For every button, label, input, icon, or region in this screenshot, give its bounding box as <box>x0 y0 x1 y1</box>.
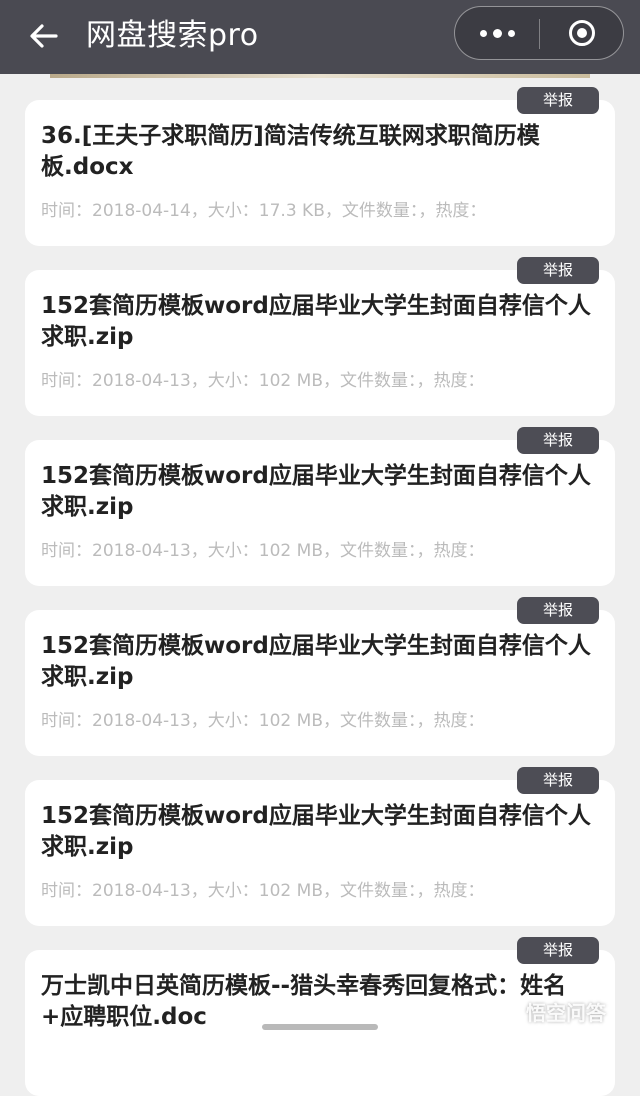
watermark-text: 悟空问答 <box>526 1000 606 1025</box>
watermark: 悟空问答 <box>496 996 606 1026</box>
file-meta: 时间：2018-04-13，大小：102 MB，文件数量：，热度： <box>41 371 485 391</box>
more-button[interactable] <box>455 7 539 59</box>
report-button[interactable]: 举报 <box>517 767 599 794</box>
file-meta: 时间：2018-04-13，大小：102 MB，文件数量：，热度： <box>41 711 485 731</box>
result-item: 152套简历模板word应届毕业大学生封面自荐信个人求职.zip 时间：2018-… <box>25 250 615 416</box>
result-card[interactable]: 152套简历模板word应届毕业大学生封面自荐信个人求职.zip 时间：2018-… <box>25 440 615 586</box>
banner-edge <box>50 74 590 78</box>
report-button[interactable]: 举报 <box>517 87 599 114</box>
result-item: 36.[王夫子求职简历]简洁传统互联网求职简历模板.docx 时间：2018-04… <box>25 80 615 246</box>
more-dots-icon-center <box>492 28 502 38</box>
file-meta: 时间：2018-04-13，大小：102 MB，文件数量：，热度： <box>41 541 485 561</box>
more-dots-icon-right <box>507 29 515 37</box>
back-button[interactable] <box>22 14 66 58</box>
file-title[interactable]: 152套简历模板word应届毕业大学生封面自荐信个人求职.zip <box>41 631 601 693</box>
report-button[interactable]: 举报 <box>517 427 599 454</box>
result-card[interactable]: 152套简历模板word应届毕业大学生封面自荐信个人求职.zip 时间：2018-… <box>25 270 615 416</box>
report-button[interactable]: 举报 <box>517 257 599 284</box>
arrow-left-icon <box>30 24 58 48</box>
result-card[interactable]: 152套简历模板word应届毕业大学生封面自荐信个人求职.zip 时间：2018-… <box>25 780 615 926</box>
file-meta: 时间：2018-04-13，大小：102 MB，文件数量：，热度： <box>41 881 485 901</box>
result-item: 152套简历模板word应届毕业大学生封面自荐信个人求职.zip 时间：2018-… <box>25 420 615 586</box>
target-close-icon <box>569 20 595 46</box>
result-card[interactable]: 152套简历模板word应届毕业大学生封面自荐信个人求职.zip 时间：2018-… <box>25 610 615 756</box>
mini-program-capsule <box>454 6 624 60</box>
watermark-logo-icon <box>496 999 520 1023</box>
result-item: 152套简历模板word应届毕业大学生封面自荐信个人求职.zip 时间：2018-… <box>25 760 615 926</box>
file-meta: 时间：2018-04-14，大小：17.3 KB，文件数量：，热度： <box>41 201 487 221</box>
top-navigation-bar: 网盘搜索pro <box>0 0 640 74</box>
file-title[interactable]: 152套简历模板word应届毕业大学生封面自荐信个人求职.zip <box>41 801 601 863</box>
file-title[interactable]: 36.[王夫子求职简历]简洁传统互联网求职简历模板.docx <box>41 121 601 183</box>
close-mini-program-button[interactable] <box>540 7 624 59</box>
page-title: 网盘搜索pro <box>86 18 259 53</box>
result-item: 152套简历模板word应届毕业大学生封面自荐信个人求职.zip 时间：2018-… <box>25 590 615 756</box>
report-button[interactable]: 举报 <box>517 597 599 624</box>
result-card[interactable]: 36.[王夫子求职简历]简洁传统互联网求职简历模板.docx 时间：2018-04… <box>25 100 615 246</box>
target-close-icon-dot <box>577 28 587 38</box>
home-indicator <box>262 1024 378 1030</box>
file-title[interactable]: 152套简历模板word应届毕业大学生封面自荐信个人求职.zip <box>41 461 601 523</box>
file-title[interactable]: 152套简历模板word应届毕业大学生封面自荐信个人求职.zip <box>41 291 601 353</box>
more-dots-icon <box>479 29 487 37</box>
report-button[interactable]: 举报 <box>517 937 599 964</box>
